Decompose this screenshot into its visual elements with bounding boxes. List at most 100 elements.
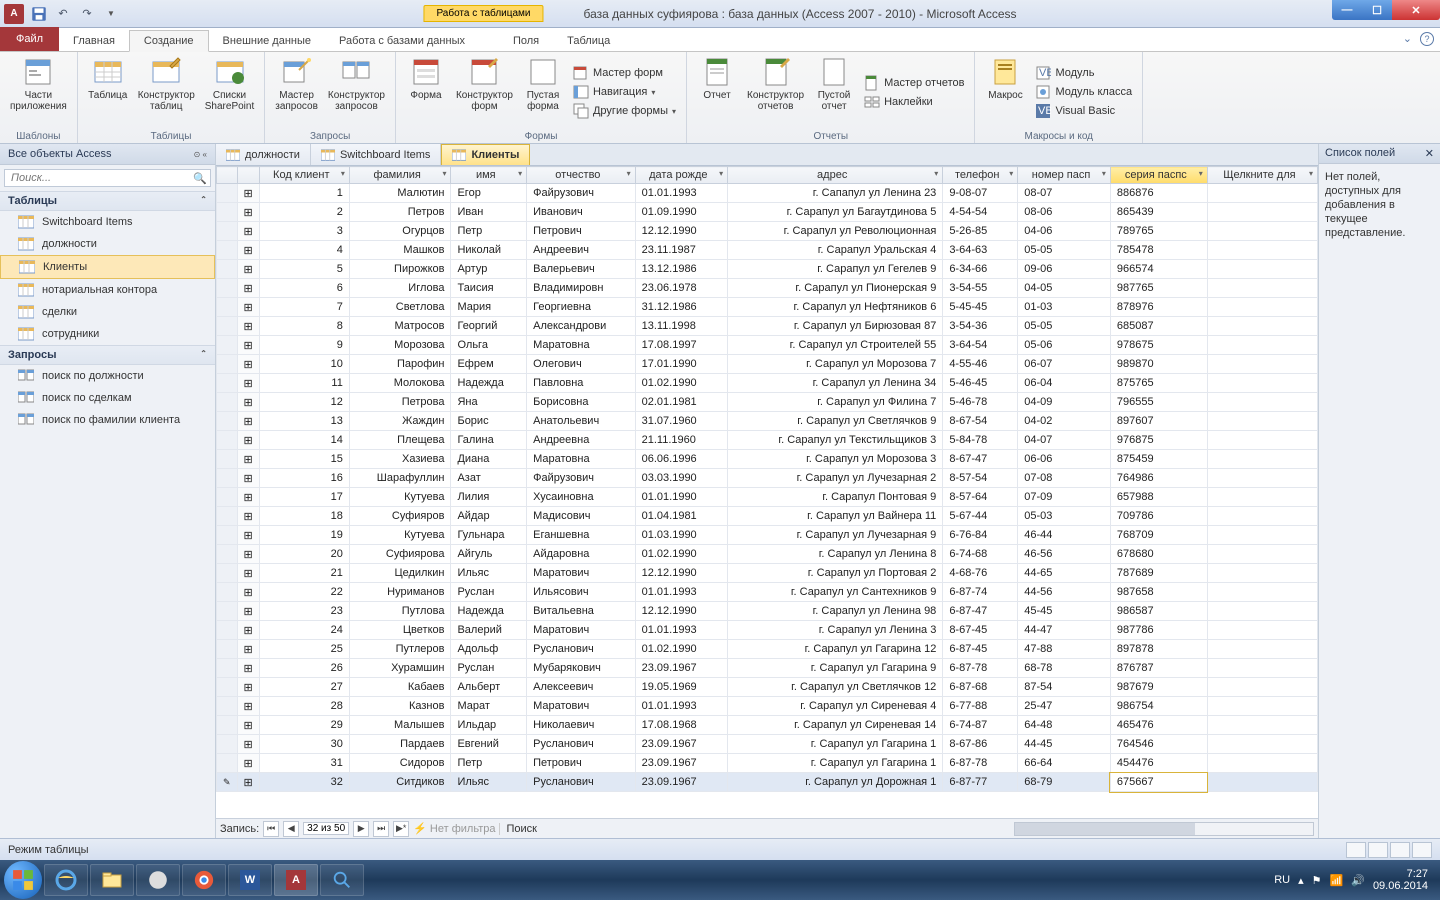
cell[interactable]: 04-07 (1018, 431, 1111, 450)
cell[interactable]: 678680 (1110, 545, 1207, 564)
cell[interactable]: 8-67-45 (943, 621, 1018, 640)
cell[interactable]: Маратович (527, 697, 636, 716)
cell[interactable]: Валерий (451, 621, 527, 640)
row-selector[interactable] (217, 450, 238, 469)
row-selector[interactable] (217, 488, 238, 507)
nav-item-table[interactable]: должности (0, 233, 215, 255)
cell[interactable]: 6-87-77 (943, 773, 1018, 792)
form-wizard-button[interactable]: Мастер форм (569, 64, 680, 82)
column-header[interactable]: телефон▾ (943, 167, 1018, 184)
cell[interactable]: г. Сарапул ул Филина 7 (728, 393, 943, 412)
cell[interactable]: 46-44 (1018, 526, 1111, 545)
row-selector[interactable] (217, 469, 238, 488)
taskbar-app1[interactable] (136, 864, 180, 896)
dropdown-icon[interactable]: ▾ (442, 169, 446, 178)
cell[interactable] (1207, 260, 1317, 279)
dropdown-icon[interactable]: ▾ (934, 169, 938, 178)
row-selector[interactable] (217, 564, 238, 583)
form-button[interactable]: Форма (402, 54, 450, 130)
cell[interactable]: Иванович (527, 203, 636, 222)
blank-report-button[interactable]: Пустой отчет (810, 54, 858, 130)
tab-home[interactable]: Главная (59, 31, 129, 51)
cell[interactable]: 709786 (1110, 507, 1207, 526)
cell[interactable]: Айдаровна (527, 545, 636, 564)
cell[interactable]: 23.09.1967 (635, 659, 727, 678)
cell[interactable]: Русланович (527, 735, 636, 754)
cell[interactable]: 23.06.1978 (635, 279, 727, 298)
expand-toggle[interactable]: ⊞ (237, 412, 259, 431)
cell[interactable]: Иван (451, 203, 527, 222)
cell[interactable]: 01-03 (1018, 298, 1111, 317)
cell[interactable]: 1 (259, 184, 349, 203)
cell[interactable]: 12.12.1990 (635, 602, 727, 621)
cell[interactable]: 675667 (1110, 773, 1207, 792)
cell[interactable]: 05-05 (1018, 241, 1111, 260)
cell[interactable]: 05-06 (1018, 336, 1111, 355)
cell[interactable] (1207, 602, 1317, 621)
cell[interactable]: 785478 (1110, 241, 1207, 260)
select-all-corner[interactable] (217, 167, 238, 184)
cell[interactable]: 08-07 (1018, 184, 1111, 203)
cell[interactable]: 24 (259, 621, 349, 640)
cell[interactable]: Владимировн (527, 279, 636, 298)
cell[interactable]: Айдар (451, 507, 527, 526)
cell[interactable]: 6-87-68 (943, 678, 1018, 697)
cell[interactable]: Сидоров (349, 754, 451, 773)
cell[interactable]: 978675 (1110, 336, 1207, 355)
cell[interactable]: Плещева (349, 431, 451, 450)
cell[interactable]: Путлеров (349, 640, 451, 659)
datasheet-view-button[interactable] (1346, 842, 1366, 858)
cell[interactable]: 9-08-07 (943, 184, 1018, 203)
tab-create[interactable]: Создание (129, 30, 209, 52)
cell[interactable]: 45-45 (1018, 602, 1111, 621)
cell[interactable]: 14 (259, 431, 349, 450)
cell[interactable]: 04-02 (1018, 412, 1111, 431)
cell[interactable]: Суфиярова (349, 545, 451, 564)
cell[interactable]: 01.09.1990 (635, 203, 727, 222)
cell[interactable] (1207, 507, 1317, 526)
column-header[interactable]: дата рожде▾ (635, 167, 727, 184)
row-selector[interactable] (217, 374, 238, 393)
cell[interactable]: 4-55-46 (943, 355, 1018, 374)
row-selector[interactable] (217, 260, 238, 279)
dropdown-icon[interactable]: ▾ (518, 169, 522, 178)
cell[interactable]: Николаевич (527, 716, 636, 735)
maximize-button[interactable]: ☐ (1362, 0, 1392, 20)
cell[interactable]: г. Сарапул ул Гагарина 1 (728, 754, 943, 773)
cell[interactable]: Файрузович (527, 184, 636, 203)
cell[interactable]: 865439 (1110, 203, 1207, 222)
cell[interactable]: г. Сарапул ул Бирюзовая 87 (728, 317, 943, 336)
cell[interactable]: Иглова (349, 279, 451, 298)
row-selector[interactable] (217, 640, 238, 659)
cell[interactable] (1207, 545, 1317, 564)
column-header[interactable]: отчество▾ (527, 167, 636, 184)
cell[interactable]: 987786 (1110, 621, 1207, 640)
tray-network-icon[interactable]: 📶 (1330, 874, 1344, 887)
dropdown-icon[interactable]: ▾ (627, 169, 631, 178)
cell[interactable]: 768709 (1110, 526, 1207, 545)
cell[interactable]: 13.12.1986 (635, 260, 727, 279)
cell[interactable] (1207, 298, 1317, 317)
expand-toggle[interactable]: ⊞ (237, 488, 259, 507)
tray-clock[interactable]: 7:2709.06.2014 (1373, 868, 1428, 892)
cell[interactable]: 3-64-63 (943, 241, 1018, 260)
taskbar-word[interactable]: W (228, 864, 272, 896)
cell[interactable]: 465476 (1110, 716, 1207, 735)
cell[interactable] (1207, 450, 1317, 469)
cell[interactable]: Кутуева (349, 488, 451, 507)
cell[interactable]: г. Сарапул ул Гагарина 12 (728, 640, 943, 659)
cell[interactable]: Надежда (451, 602, 527, 621)
cell[interactable]: 21 (259, 564, 349, 583)
column-header[interactable]: Щелкните для▾ (1207, 167, 1317, 184)
cell[interactable]: 5-46-45 (943, 374, 1018, 393)
report-wizard-button[interactable]: Мастер отчетов (860, 74, 968, 92)
cell[interactable]: 17 (259, 488, 349, 507)
cell[interactable] (1207, 222, 1317, 241)
cell[interactable]: г. Сарапул ул Ленина 3 (728, 621, 943, 640)
cell[interactable]: 01.03.1990 (635, 526, 727, 545)
cell[interactable]: 989870 (1110, 355, 1207, 374)
cell[interactable]: 5-84-78 (943, 431, 1018, 450)
cell[interactable]: 966574 (1110, 260, 1207, 279)
dropdown-icon[interactable]: ▾ (341, 169, 345, 178)
row-selector[interactable] (217, 583, 238, 602)
